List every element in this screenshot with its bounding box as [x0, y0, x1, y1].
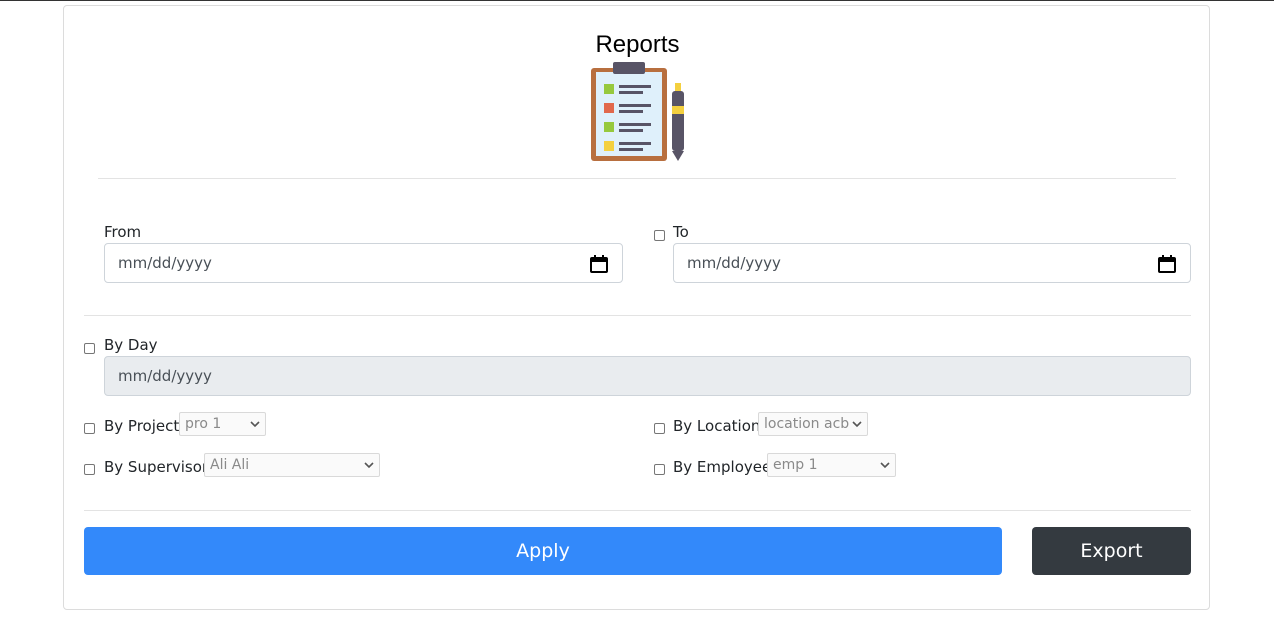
- by-supervisor-label: By Supervisor: [104, 458, 209, 476]
- calendar-icon[interactable]: [590, 255, 608, 273]
- actions-divider: [84, 510, 1191, 511]
- by-day-date-placeholder: mm/dd/yyyy: [118, 367, 212, 385]
- by-supervisor-select[interactable]: Ali Ali: [204, 453, 380, 477]
- by-location-checkbox[interactable]: [654, 423, 665, 434]
- chevron-down-icon: [250, 421, 260, 428]
- by-employee-value: emp 1: [773, 457, 818, 473]
- chevron-down-icon: [852, 421, 862, 428]
- from-date-input[interactable]: mm/dd/yyyy: [104, 243, 623, 283]
- chevron-down-icon: [364, 462, 374, 469]
- to-date-placeholder: mm/dd/yyyy: [687, 254, 781, 272]
- section-divider: [84, 315, 1191, 316]
- by-project-label: By Project: [104, 417, 180, 435]
- by-day-label: By Day: [104, 336, 158, 354]
- reports-card: Reports From mm/dd/yyyy To mm/dd/yyyy By…: [63, 5, 1210, 610]
- page-title: Reports: [595, 31, 680, 58]
- by-employee-checkbox[interactable]: [654, 464, 665, 475]
- apply-button[interactable]: Apply: [84, 527, 1002, 575]
- by-day-checkbox[interactable]: [84, 343, 95, 354]
- by-supervisor-value: Ali Ali: [210, 457, 250, 473]
- by-project-checkbox[interactable]: [84, 423, 95, 434]
- from-date-placeholder: mm/dd/yyyy: [118, 254, 212, 272]
- clipboard-icon: [591, 62, 684, 161]
- export-button[interactable]: Export: [1032, 527, 1191, 575]
- by-location-select[interactable]: location acb: [758, 412, 868, 436]
- to-date-input[interactable]: mm/dd/yyyy: [673, 243, 1191, 283]
- by-supervisor-checkbox[interactable]: [84, 464, 95, 475]
- from-label: From: [104, 223, 142, 241]
- by-day-date-input[interactable]: mm/dd/yyyy: [104, 356, 1191, 396]
- by-location-value: location acb: [764, 416, 850, 432]
- to-checkbox[interactable]: [654, 230, 665, 241]
- by-project-value: pro 1: [185, 416, 222, 432]
- calendar-icon[interactable]: [1158, 255, 1176, 273]
- top-border: [0, 0, 1274, 1]
- by-employee-label: By Employee: [673, 458, 772, 476]
- to-label: To: [673, 223, 689, 241]
- chevron-down-icon: [880, 462, 890, 469]
- header-divider: [98, 178, 1176, 179]
- by-employee-select[interactable]: emp 1: [767, 453, 896, 477]
- by-project-select[interactable]: pro 1: [179, 412, 266, 436]
- by-location-label: By Location: [673, 417, 761, 435]
